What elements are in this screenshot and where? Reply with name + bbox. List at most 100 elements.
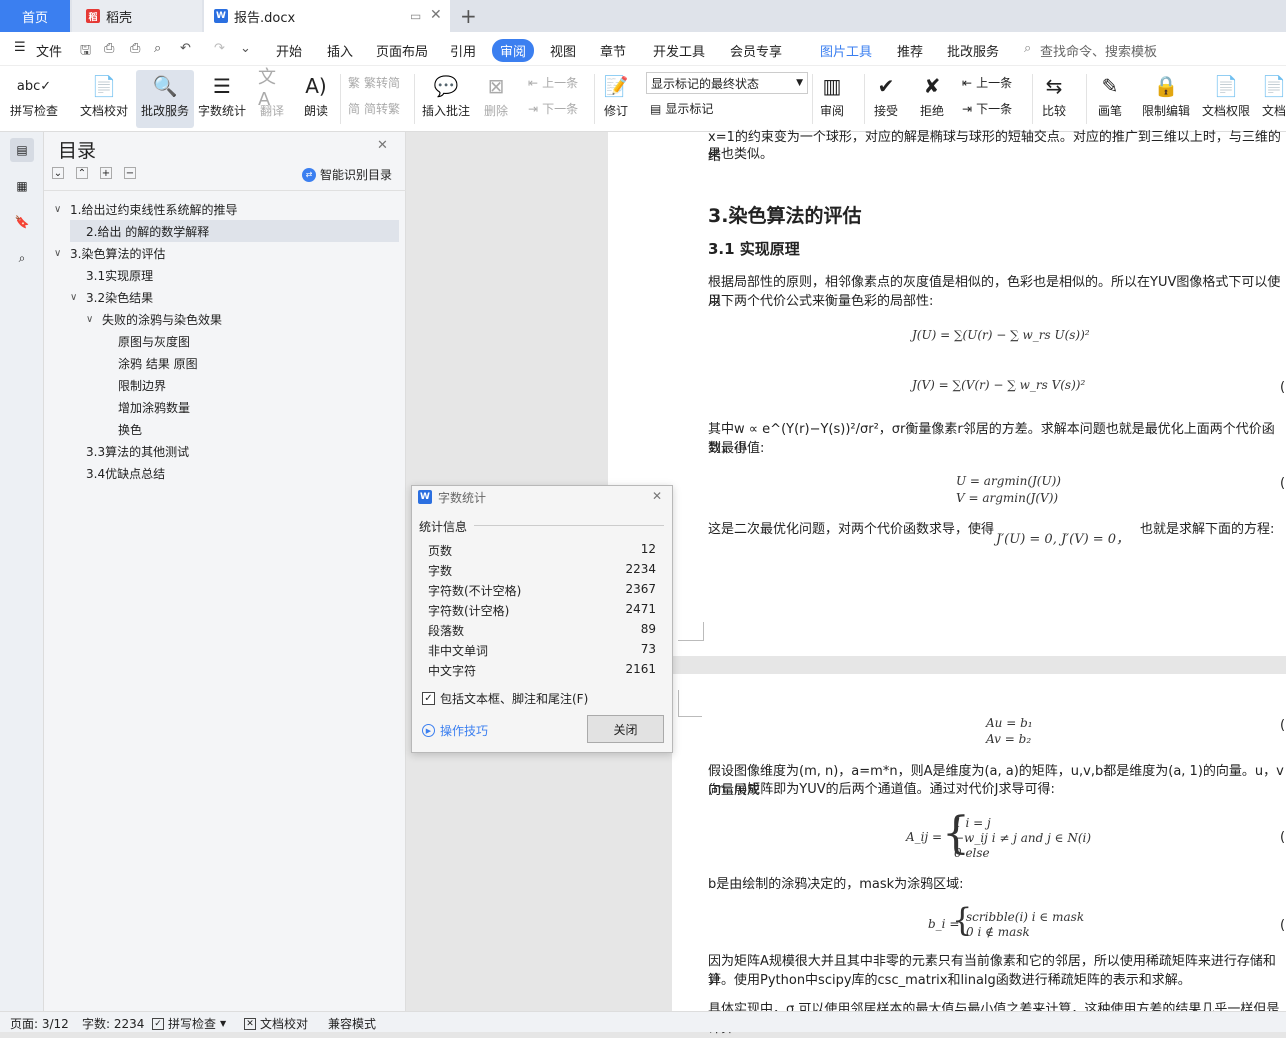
close-tab-icon[interactable]: ✕	[430, 7, 442, 23]
export-icon[interactable]: ⎙	[104, 41, 114, 56]
track-changes-button[interactable]: 📝 修订	[602, 70, 630, 119]
close-panel-icon[interactable]: ✕	[377, 138, 388, 153]
translate-button[interactable]: 文A 翻译	[258, 67, 286, 119]
insert-comment-icon: 💬	[433, 74, 459, 98]
remove-heading-icon[interactable]: −	[124, 167, 136, 179]
print-icon[interactable]: ⎙	[130, 41, 140, 56]
insert-comment-button[interactable]: 💬 插入批注	[422, 70, 470, 119]
menu-insert[interactable]: 插入	[327, 41, 353, 60]
trad-to-simp-button[interactable]: 繁繁转简	[348, 74, 400, 91]
menu-start[interactable]: 开始	[276, 41, 302, 60]
outline-icon[interactable]: ▤	[10, 138, 34, 162]
expand-arrow-icon[interactable]: ∨	[86, 314, 102, 325]
proofread-button[interactable]: 📄 文档校对	[80, 70, 128, 119]
find-icon[interactable]: ⌕	[10, 246, 34, 270]
toc-item[interactable]: 原图与灰度图	[102, 330, 190, 352]
heading-2: 3.1 实现原理	[708, 240, 800, 258]
proofread-status[interactable]: ✕ 文档校对	[244, 1015, 308, 1032]
tips-link[interactable]: ▶ 操作技巧	[422, 722, 488, 739]
reject-button[interactable]: ✘ 拒绝	[918, 70, 946, 119]
spell-check-button[interactable]: abc✓ 拼写检查	[10, 70, 58, 119]
next-change-button[interactable]: ⇥ 下一条	[962, 100, 1012, 117]
word-count-indicator[interactable]: 字数: 2234	[82, 1015, 144, 1032]
document-page[interactable]: x=1的约束变为一个球形，对应的解是椭球与球形的短轴交点。对应的推广到三维以上时…	[608, 130, 1286, 656]
toc-item[interactable]: 3.4优缺点总结	[70, 462, 165, 484]
page-indicator[interactable]: 页面: 3/12	[10, 1015, 69, 1032]
toc-item[interactable]: 3.3算法的其他测试	[70, 440, 189, 462]
close-dialog-button[interactable]: 关闭	[587, 715, 664, 743]
more-icon[interactable]: ⌄	[240, 41, 251, 56]
review-pane-button[interactable]: ▥ 审阅	[818, 70, 846, 119]
tab-document[interactable]: W 报告.docx ▭ ✕	[204, 0, 450, 32]
tab-daoke[interactable]: 稻 稻壳	[72, 0, 202, 32]
command-search[interactable]: 查找命令、搜索模板	[1040, 41, 1157, 60]
toc-item[interactable]: 限制边界	[102, 374, 166, 396]
menu-layout[interactable]: 页面布局	[376, 41, 428, 60]
toc-item[interactable]: 换色	[102, 418, 142, 440]
doc-permission-button[interactable]: 📄 文档权限	[1202, 70, 1250, 119]
toc-item[interactable]: 涂鸦 结果 原图	[102, 352, 198, 374]
new-tab-icon[interactable]: +	[460, 4, 477, 28]
document-page[interactable]: Au = b₁ Av = b₂ ( 假设图像维度为(m, n)，a=m*n，则A…	[672, 674, 1286, 1036]
chapter-icon[interactable]: ▦	[10, 174, 34, 198]
doc-button[interactable]: 📄 文档	[1260, 70, 1286, 119]
toc-item[interactable]: ∨ 3.2染色结果	[70, 286, 153, 308]
close-icon[interactable]: ✕	[652, 489, 662, 503]
simp-to-trad-button[interactable]: 简简转繁	[348, 100, 400, 117]
expand-arrow-icon[interactable]: ∨	[54, 248, 70, 259]
save-icon[interactable]: 🖫	[80, 41, 91, 63]
delete-comment-button[interactable]: ⊠ 删除	[482, 70, 510, 119]
redo-icon[interactable]: ↷	[214, 41, 225, 56]
menu-member[interactable]: 会员专享	[730, 41, 782, 60]
next-comment-button[interactable]: ⇥ 下一条	[528, 100, 578, 117]
menu-picture-tools[interactable]: 图片工具	[820, 41, 872, 60]
menu-file[interactable]: 文件	[36, 41, 62, 60]
window-restore-icon[interactable]: ▭	[410, 9, 421, 23]
toc-item[interactable]: 增加涂鸦数量	[102, 396, 190, 418]
dialog-titlebar[interactable]: W 字数统计 ✕	[412, 486, 672, 508]
expand-arrow-icon[interactable]: ∨	[70, 292, 86, 303]
tab-home[interactable]: 首页	[0, 0, 70, 32]
menu-chapter[interactable]: 章节	[600, 41, 626, 60]
menu-review[interactable]: 审阅	[492, 39, 535, 62]
accept-button[interactable]: ✔ 接受	[872, 70, 900, 119]
smart-toc-button[interactable]: ⇄ 智能识别目录	[302, 166, 392, 183]
menu-reference[interactable]: 引用	[450, 41, 476, 60]
menu-correction[interactable]: 批改服务	[947, 41, 999, 60]
hamburger-icon[interactable]: ☰	[14, 40, 26, 55]
expand-arrow-icon[interactable]: ∨	[54, 204, 70, 215]
stat-value: 2234	[625, 562, 656, 576]
toc-item[interactable]: ∨ 1.给出过约束线性系统解的推导	[54, 198, 237, 220]
menu-devtools[interactable]: 开发工具	[653, 41, 705, 60]
markup-display-select[interactable]: 显示标记的最终状态 ▼	[646, 72, 808, 94]
correction-service-button[interactable]: 🔍 批改服务	[136, 70, 194, 128]
menu-view[interactable]: 视图	[550, 41, 576, 60]
word-count-button[interactable]: ☰ 字数统计	[198, 70, 246, 119]
read-aloud-button[interactable]: A) 朗读	[302, 70, 330, 119]
expand-up-icon[interactable]: ⌃	[76, 167, 88, 179]
toc-item[interactable]: 3.1实现原理	[70, 264, 153, 286]
prev-change-button[interactable]: ⇤ 上一条	[962, 74, 1012, 91]
equation-row: −w_ij i ≠ j and j ∈ N(i)	[954, 831, 1092, 845]
toc-item[interactable]: ∨ 失败的涂鸦与染色效果	[86, 308, 222, 330]
menu-bar: ☰ 文件 🖫 ⎙ ⎙ ⌕ ↶ ↷ ⌄ 开始 插入 页面布局 引用 审阅 视图 章…	[0, 32, 1286, 66]
toc-item[interactable]: 2.给出 的解的数学解释	[70, 220, 399, 242]
prev-comment-button[interactable]: ⇤ 上一条	[528, 74, 578, 91]
collapse-all-icon[interactable]: ⌄	[52, 167, 64, 179]
spell-check-status[interactable]: ✓ 拼写检查 ▼	[152, 1015, 226, 1032]
play-icon: ▶	[422, 724, 435, 737]
include-notes-checkbox[interactable]: ✓ 包括文本框、脚注和尾注(F)	[422, 690, 588, 707]
preview-icon[interactable]: ⌕	[154, 41, 161, 56]
reject-label: 拒绝	[919, 104, 944, 118]
show-markup-button[interactable]: ▤ 显示标记	[650, 100, 713, 117]
add-heading-icon[interactable]: +	[100, 167, 112, 179]
menu-recommend[interactable]: 推荐	[897, 41, 923, 60]
undo-icon[interactable]: ↶	[180, 41, 191, 56]
ribbon-divider	[864, 74, 865, 124]
paragraph: 其中w ∝ e^(Y(r)−Y(s))²/σr²，σr衡量像素r邻居的方差。求解…	[708, 422, 1275, 456]
pen-button[interactable]: ✎ 画笔	[1096, 70, 1124, 119]
compare-button[interactable]: ⇆ 比较	[1040, 70, 1068, 119]
bookmark-icon[interactable]: 🔖	[10, 210, 34, 234]
restrict-edit-button[interactable]: 🔒 限制编辑	[1142, 70, 1190, 119]
toc-item[interactable]: ∨ 3.染色算法的评估	[54, 242, 165, 264]
